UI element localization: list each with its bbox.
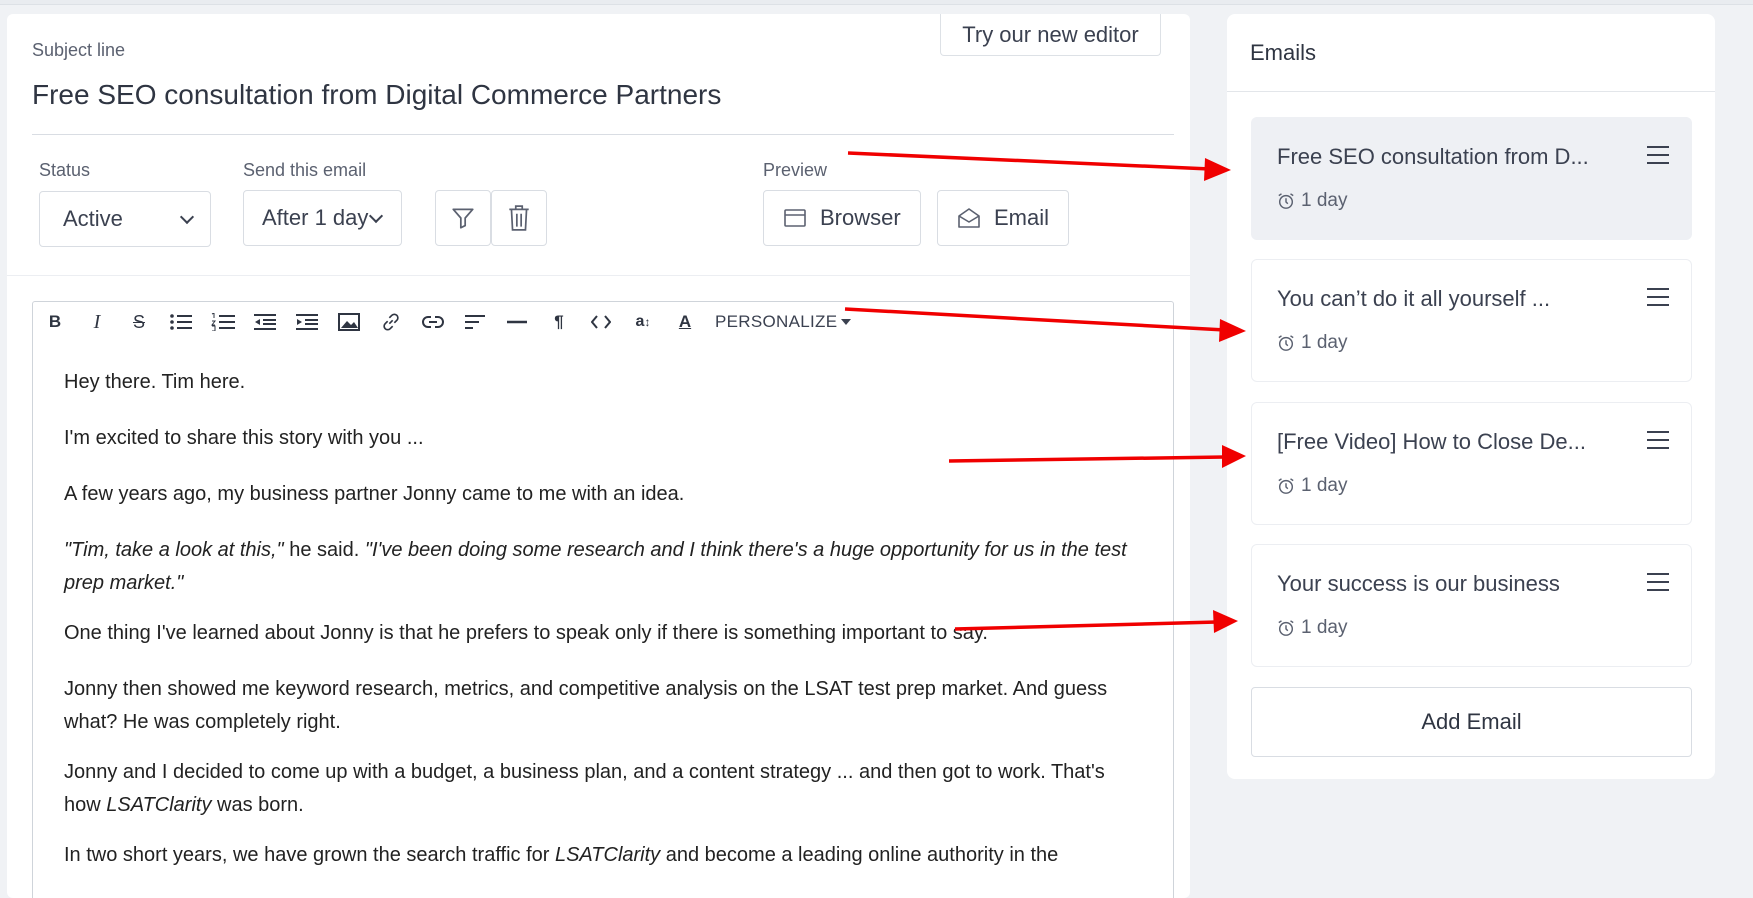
preview-email-label: Email [994, 205, 1050, 230]
body-text: he said. [283, 539, 365, 561]
add-email-button[interactable]: Add Email [1251, 687, 1692, 757]
strikethrough-icon[interactable]: S [122, 302, 156, 342]
emails-sidebar: Emails Free SEO consultation from D... 1… [1227, 14, 1715, 779]
emails-header: Emails [1227, 14, 1715, 92]
email-list-item[interactable]: [Free Video] How to Close De... 1 day [1251, 402, 1692, 525]
alarm-clock-icon [1278, 478, 1294, 494]
bulleted-list-icon[interactable] [164, 302, 198, 342]
chevron-down-icon [179, 209, 195, 225]
divider [7, 275, 1190, 276]
emails-title: Emails [1250, 39, 1317, 65]
filter-icon [452, 208, 474, 229]
email-item-title: [Free Video] How to Close De... [1277, 429, 1586, 454]
email-item-title: Free SEO consultation from D... [1277, 144, 1589, 169]
email-body-editor[interactable]: Hey there. Tim here. I'm excited to shar… [32, 342, 1174, 898]
divider [32, 134, 1174, 135]
email-item-title: You can’t do it all yourself ... [1277, 286, 1551, 311]
personalize-label: PERSONALIZE [715, 312, 838, 331]
top-edge [0, 0, 1753, 5]
email-list-item[interactable]: Your success is our business 1 day [1251, 544, 1692, 667]
body-text: and become a leading online authority in… [660, 844, 1059, 866]
email-list-item[interactable]: You can’t do it all yourself ... 1 day [1251, 259, 1692, 382]
email-editor-panel: Try our new editor Subject line Free SEO… [7, 14, 1190, 898]
body-paragraph: Jonny and I decided to come up with a bu… [64, 756, 1142, 822]
outdent-icon[interactable] [248, 302, 282, 342]
paragraph-icon[interactable]: ¶ [542, 302, 576, 342]
email-item-delay: 1 day [1277, 475, 1347, 497]
body-paragraph: Jonny then showed me keyword research, m… [64, 678, 1108, 733]
font-size-icon[interactable]: a ↕ [626, 302, 660, 342]
email-item-delay: 1 day [1277, 617, 1347, 639]
trash-icon [509, 205, 529, 231]
alarm-clock-icon [1278, 620, 1294, 636]
drag-handle-icon[interactable] [1647, 144, 1669, 166]
body-paragraph: Hey there. Tim here. [64, 371, 246, 393]
drag-handle-icon[interactable] [1647, 429, 1669, 451]
delete-button[interactable] [491, 190, 547, 246]
preview-email-button[interactable]: Email [937, 190, 1069, 246]
email-list-item[interactable]: Free SEO consultation from D... 1 day [1251, 117, 1692, 240]
envelope-open-icon [958, 208, 980, 228]
body-text: In two short years, we have grown the se… [64, 844, 555, 866]
personalize-dropdown[interactable]: PERSONALIZE [715, 302, 852, 342]
email-item-delay: 1 day [1277, 332, 1347, 354]
preview-browser-button[interactable]: Browser [763, 190, 921, 246]
quote-text: "Tim, take a look at this," [64, 539, 284, 561]
horizontal-rule-icon[interactable] [500, 302, 534, 342]
body-paragraph: "Tim, take a look at this," he said. "I'… [64, 534, 1142, 600]
link-2-icon[interactable] [416, 302, 450, 342]
drag-handle-icon[interactable] [1647, 571, 1669, 593]
italic-icon[interactable]: I [80, 302, 114, 342]
chevron-down-icon [368, 208, 384, 224]
numbered-list-icon[interactable] [206, 302, 240, 342]
preview-browser-label: Browser [820, 205, 901, 230]
drag-handle-icon[interactable] [1647, 286, 1669, 308]
rich-text-toolbar: B I S ¶ a ↕ A PERSONALIZE [32, 301, 1174, 343]
bold-icon[interactable]: B [38, 302, 72, 342]
status-label: Status [39, 160, 91, 180]
send-this-email-label: Send this email [243, 160, 367, 180]
subject-line-input[interactable]: Free SEO consultation from Digital Comme… [32, 79, 721, 111]
body-paragraph: In two short years, we have grown the se… [64, 839, 1142, 872]
align-icon[interactable] [458, 302, 492, 342]
filter-button[interactable] [435, 190, 491, 246]
subject-line-label: Subject line [32, 40, 126, 60]
link-icon[interactable] [374, 302, 408, 342]
body-paragraph: One thing I've learned about Jonny is th… [64, 622, 988, 644]
status-select[interactable]: Active [39, 191, 211, 247]
status-value: Active [63, 206, 123, 231]
image-icon[interactable] [332, 302, 366, 342]
email-item-delay: 1 day [1277, 190, 1347, 212]
alarm-clock-icon [1278, 335, 1294, 351]
alarm-clock-icon [1278, 193, 1294, 209]
email-item-title: Your success is our business [1277, 571, 1560, 596]
preview-label: Preview [763, 160, 828, 180]
caret-down-icon [841, 319, 852, 325]
brand-name: LSATClarity [554, 844, 661, 866]
try-new-editor-button[interactable]: Try our new editor [940, 14, 1161, 56]
body-text: was born. [211, 794, 304, 816]
body-paragraph: A few years ago, my business partner Jon… [64, 483, 685, 505]
code-icon[interactable] [584, 302, 618, 342]
text-color-icon[interactable]: A [668, 302, 702, 342]
indent-icon[interactable] [290, 302, 324, 342]
send-delay-select[interactable]: After 1 day [243, 190, 402, 246]
brand-name: LSATClarity [106, 794, 212, 816]
browser-window-icon [784, 209, 806, 227]
body-paragraph: I'm excited to share this story with you… [64, 427, 424, 449]
send-delay-value: After 1 day [262, 205, 369, 230]
